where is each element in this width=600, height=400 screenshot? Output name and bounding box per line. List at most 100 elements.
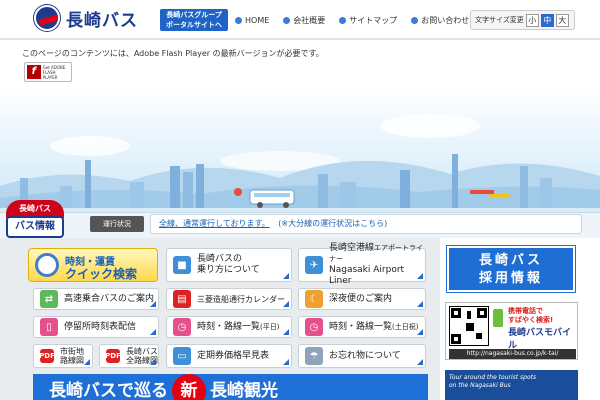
oita-line-status-link[interactable]: (※大分線の運行状況はこちら): [278, 219, 387, 228]
portal-btn-line2: ポータルサイトへ: [166, 21, 222, 29]
mobile-site-banner[interactable]: 携帯電話で すばやく検索! 長崎バスモバイル http://nagasaki-b…: [445, 302, 578, 360]
tile-line1: 長崎空港線: [329, 243, 375, 253]
tile-line2: 全路線図: [126, 356, 158, 365]
clock-icon: ◷: [173, 318, 191, 336]
tile-line1: 時刻・路線一覧: [329, 321, 393, 332]
portal-btn-line1: 長崎バスグループ: [166, 11, 222, 19]
moon-icon: ☾: [305, 290, 323, 308]
tile-label: お忘れ物について: [329, 350, 401, 361]
mobile-site-url: http://nagasaki-bus.co.jp/k-tai/: [449, 349, 576, 359]
late-night-bus-link[interactable]: ☾ 深夜便のご案内: [298, 288, 426, 310]
nav-label: 会社概要: [293, 16, 326, 25]
tile-label: 長崎バス 全路線図: [126, 347, 158, 365]
recruit-line1: 長崎バス: [478, 253, 543, 268]
banner-text-pre: 長崎バスで巡る: [49, 381, 168, 400]
operation-status-link[interactable]: 全線、通常運行しております。: [159, 219, 270, 228]
font-size-large-button[interactable]: 大: [555, 13, 569, 27]
nav-contact[interactable]: お問い合わせ: [411, 15, 469, 26]
font-size-small-button[interactable]: 小: [525, 13, 539, 27]
pdf-icon: PDF: [105, 349, 121, 363]
nav-label: サイトマップ: [349, 16, 398, 25]
tile-line1-sub: (平日): [260, 322, 280, 331]
airport-liner-link[interactable]: ✈ 長崎空港線エアポートライナー Nagasaki Airport Liner: [298, 243, 426, 286]
get-flash-player-button[interactable]: f Get ADOBE FLASH PLAYER: [24, 62, 72, 82]
recruit-banner[interactable]: 長崎バス 採用情報: [447, 246, 575, 292]
weekday-timetable-link[interactable]: ◷ 時刻・路線一覧(平日): [166, 316, 292, 338]
magnifier-icon: [35, 253, 59, 277]
tile-label: 長崎バスの 乗り方について: [197, 254, 260, 276]
mobile-phone-icon: [493, 309, 503, 327]
site-logo[interactable]: 長崎バス: [34, 5, 138, 31]
group-portal-button[interactable]: 長崎バスグループ ポータルサイトへ: [160, 9, 228, 31]
tile-line1-sub: (土日祝): [392, 322, 419, 331]
tile-label: 定期券価格早見表: [197, 350, 270, 361]
ticket-icon: ▭: [173, 347, 191, 365]
sightseeing-banner[interactable]: 長崎バスで巡る新長崎観光: [33, 374, 428, 400]
nav-home[interactable]: HOME: [235, 15, 269, 26]
operation-status-label: 運行状況: [90, 216, 144, 232]
nav-company[interactable]: 会社概要: [283, 15, 325, 26]
lost-items-link[interactable]: ☂ お忘れ物について: [298, 344, 426, 368]
site-header: 長崎バス 長崎バスグループ ポータルサイトへ HOME 会社概要 サイトマップ …: [0, 0, 600, 40]
tourist-spots-banner[interactable]: Tour around the tourist spots on the Nag…: [445, 370, 578, 400]
mobile-phone-icon: ▯: [40, 318, 58, 336]
highway-bus-link[interactable]: ⇄ 高速乗合バスのご案内: [33, 288, 159, 310]
weekend-timetable-link[interactable]: ◷ 時刻・路線一覧(土日祝): [298, 316, 426, 338]
bullet-icon: [235, 17, 242, 24]
tile-line1: 長崎バスの: [197, 254, 243, 264]
operation-status-box: 全線、通常運行しております。 (※大分線の運行状況はこちら): [150, 214, 582, 234]
recruit-line2: 採用情報: [478, 271, 543, 286]
tile-label: 深夜便のご案内: [329, 293, 393, 304]
clock-icon: ◷: [305, 318, 323, 336]
flash-logo-icon: f: [27, 65, 41, 79]
flash-badge-line2: FLASH PLAYER: [42, 69, 58, 80]
tile-label: 時刻・路線一覧(土日祝): [329, 322, 418, 333]
tile-line1: 市街地: [60, 347, 84, 356]
font-size-label: 文字サイズ変更: [475, 16, 524, 24]
font-size-switcher: 文字サイズ変更 小 中 大: [470, 10, 575, 30]
tile-line2: Nagasaki Airport Liner: [329, 265, 405, 286]
commuter-pass-link[interactable]: ▭ 定期券価格早見表: [166, 344, 292, 368]
tile-label: 停留所時刻表配信: [64, 321, 137, 332]
nav-sitemap[interactable]: サイトマップ: [339, 15, 397, 26]
flash-badge-text: Get ADOBE FLASH PLAYER: [43, 65, 71, 80]
tour-line2: on the Nagasaki Bus: [449, 382, 511, 389]
cityscape-illustration: [0, 114, 600, 214]
how-to-ride-link[interactable]: ■ 長崎バスの 乗り方について: [166, 248, 292, 282]
tile-label: 高速乗合バスのご案内: [64, 293, 155, 304]
tile-line1: 時刻・路線一覧: [197, 321, 261, 332]
qr-code-icon: [449, 306, 489, 346]
all-route-map-link[interactable]: PDF 長崎バス 全路線図: [99, 344, 159, 368]
top-nav: HOME 会社概要 サイトマップ お問い合わせ: [235, 15, 469, 26]
nav-label: HOME: [245, 16, 270, 25]
umbrella-icon: ☂: [305, 347, 323, 365]
tile-label: 市街地 路線図: [60, 347, 84, 365]
airplane-icon: ✈: [305, 256, 323, 274]
mitsubishi-calendar-link[interactable]: ▤ 三菱造船通行カレンダー: [166, 288, 292, 310]
bullet-icon: [283, 17, 291, 24]
mobile-text: 携帯電話で すばやく検索!: [508, 307, 553, 325]
bus-icon: ■: [173, 256, 191, 274]
pdf-icon: PDF: [39, 349, 55, 363]
flash-required-message: このページのコンテンツには、Adobe Flash Player の最新バージョ…: [22, 49, 324, 58]
bullet-icon: [339, 17, 347, 24]
calendar-icon: ▤: [173, 290, 191, 308]
stop-timetable-link[interactable]: ▯ 停留所時刻表配信: [33, 316, 159, 338]
city-route-map-link[interactable]: PDF 市街地 路線図: [33, 344, 93, 368]
new-badge: 新: [172, 374, 206, 400]
banner-text-post: 長崎観光: [210, 381, 278, 400]
font-size-medium-button[interactable]: 中: [540, 13, 554, 27]
mobile-line2: すばやく検索!: [508, 316, 554, 324]
tour-line1: Tour around the tourist spots: [449, 374, 537, 381]
quick-search-button[interactable]: 時刻・運賃 クイック検索: [28, 248, 158, 282]
nav-label: お問い合わせ: [421, 16, 470, 25]
bus-icon: ⇄: [40, 290, 58, 308]
mobile-line1: 携帯電話で: [508, 307, 543, 315]
mobile-site-title: 長崎バスモバイル: [508, 328, 572, 351]
bus-info-tag-bottom: バス情報: [6, 216, 64, 238]
tile-label: 長崎空港線エアポートライナー Nagasaki Airport Liner: [329, 243, 425, 287]
bullet-icon: [411, 17, 419, 24]
logo-emblem-icon: [34, 5, 60, 31]
bus-info-tag: 長崎バス バス情報: [6, 200, 64, 242]
tile-line1: 長崎バス: [126, 347, 158, 356]
